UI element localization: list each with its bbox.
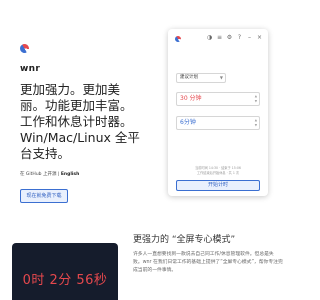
fullscreen-timer-text: 0时 2分 56秒 — [22, 273, 108, 288]
help-icon[interactable]: ? — [236, 34, 243, 42]
rest-time-value: 6分钟 — [180, 119, 196, 126]
app-window-preview: ◑ ≡ ⚙ ? – × 建议计划 ▼ 30 分钟 ▲ ▼ 6分钟 ▲ ▼ 当前时间 … — [168, 29, 268, 196]
download-button[interactable]: 现在就免费下载 — [20, 189, 68, 203]
plan-select-value: 建议计划 — [180, 75, 198, 80]
plan-select[interactable]: 建议计划 ▼ — [176, 73, 226, 83]
section-title: 更强力的 “全屏专心模式” — [133, 235, 236, 245]
loop-info-line: 工作结束后开始休息 · 共 1 次 — [196, 171, 240, 175]
section-description: 许多人一直想要找到一款说去自己同工作/休息管理软件。但总是失败。wnr 在我们日… — [133, 252, 283, 273]
work-time-stepper-icon[interactable]: ▲ ▼ — [255, 94, 257, 104]
time-info-line: 当前时间 14:30 · 结束于 15:06 — [195, 166, 241, 170]
contrast-icon[interactable]: ◑ — [206, 34, 213, 42]
brand-name: wnr — [20, 64, 41, 74]
gear-icon[interactable]: ⚙ — [226, 34, 233, 42]
english-link[interactable]: English — [61, 172, 79, 177]
titlebar-icons: ◑ ≡ ⚙ ? – × — [206, 34, 263, 42]
close-icon[interactable]: × — [256, 34, 263, 42]
start-button[interactable]: 开始计时 — [176, 180, 260, 191]
list-icon[interactable]: ≡ — [216, 34, 223, 42]
app-logo-icon — [173, 34, 183, 44]
wnr-logo-icon — [18, 42, 31, 55]
hero-headline: 更加强力。更加美丽。功能更加丰富。工作和休息计时器。Win/Mac/Linux … — [20, 82, 140, 161]
rest-time-input[interactable]: 6分钟 ▲ ▼ — [176, 116, 260, 130]
chevron-down-icon: ▼ — [219, 75, 223, 80]
work-time-input[interactable]: 30 分钟 ▲ ▼ — [176, 92, 260, 106]
minimize-icon[interactable]: – — [246, 34, 253, 42]
work-time-value: 30 分钟 — [180, 95, 202, 102]
source-links: 在 GitHub 上开源 | English — [20, 171, 79, 177]
github-link[interactable]: 在 GitHub 上开源 | — [20, 172, 61, 177]
rest-time-stepper-icon[interactable]: ▲ ▼ — [255, 118, 257, 128]
fullscreen-mode-preview: 0时 2分 56秒 — [12, 243, 118, 300]
